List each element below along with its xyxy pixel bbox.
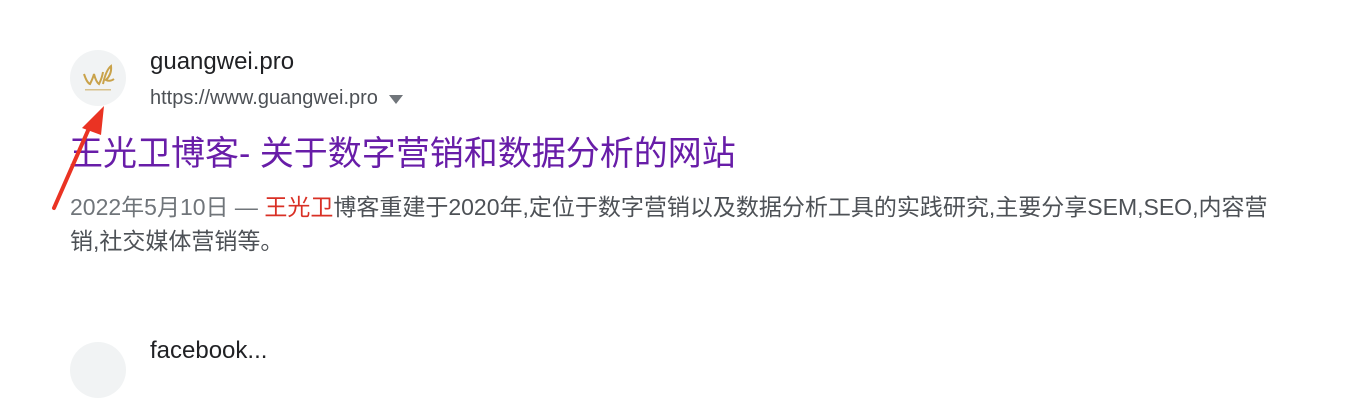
result-snippet: 2022年5月10日 — 王光卫博客重建于2020年,定位于数字营销以及数据分析… (70, 190, 1270, 258)
site-favicon-icon (70, 50, 126, 106)
snippet-separator: — (228, 194, 265, 220)
chevron-down-icon[interactable] (388, 94, 403, 104)
next-search-result[interactable]: facebook... (70, 330, 470, 398)
search-result: guangwei.pro https://www.guangwei.pro 王光… (69, 44, 1310, 254)
site-url[interactable]: https://www.guangwei.pro (150, 85, 403, 111)
site-header[interactable]: guangwei.pro https://www.guangwei.pro (70, 44, 1310, 114)
result-title-link[interactable]: 王光卫博客- 关于数字营销和数据分析的网站 (69, 132, 736, 176)
site-url-text[interactable]: https://www.guangwei.pro (150, 85, 378, 111)
snippet-highlight: 王光卫 (264, 194, 334, 220)
site-name[interactable]: guangwei.pro (150, 47, 294, 77)
snippet-date: 2022年5月10日 (70, 194, 229, 220)
next-site-favicon-icon (70, 342, 126, 398)
next-site-name[interactable]: facebook... (150, 336, 267, 366)
